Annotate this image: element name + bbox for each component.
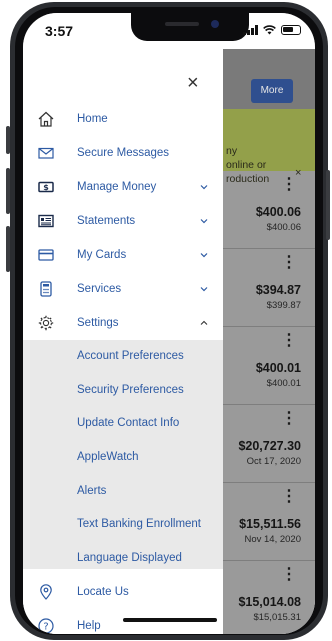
svg-text:$: $ — [43, 183, 49, 192]
chevron-down-icon — [200, 219, 208, 224]
submenu-item-label: Language Displayed — [77, 552, 182, 564]
settings-submenu: Account Preferences Security Preferences… — [23, 340, 223, 569]
submenu-item-label: Security Preferences — [77, 384, 184, 396]
home-icon — [37, 110, 55, 128]
wifi-icon — [263, 25, 276, 35]
submenu-item-account-preferences[interactable]: Account Preferences — [23, 340, 223, 372]
submenu-item-applewatch[interactable]: AppleWatch — [23, 441, 223, 473]
gear-icon — [37, 314, 55, 332]
banner-line: online or — [226, 159, 267, 171]
banner-line: ny — [226, 145, 238, 157]
menu-item-label: Help — [77, 620, 101, 632]
submenu-item-text-banking-enrollment[interactable]: Text Banking Enrollment — [23, 508, 223, 540]
submenu-item-security-preferences[interactable]: Security Preferences — [23, 374, 223, 406]
kebab-menu-icon[interactable]: ⋮ — [281, 411, 297, 427]
home-indicator[interactable] — [123, 618, 217, 622]
account-row[interactable]: ⋮ $400.01 $400.01 — [223, 327, 315, 405]
card-icon — [37, 246, 55, 264]
banner-close-icon[interactable]: × — [295, 167, 301, 179]
calculator-icon — [37, 280, 55, 298]
account-sub: $400.01 — [266, 378, 301, 389]
submenu-item-alerts[interactable]: Alerts — [23, 475, 223, 507]
account-balance: $15,511.56 — [239, 517, 301, 531]
speaker-grill — [165, 22, 199, 26]
kebab-menu-icon[interactable]: ⋮ — [281, 177, 297, 193]
menu-item-label: Settings — [77, 317, 119, 329]
menu-item-label: Statements — [77, 215, 136, 227]
chevron-down-icon — [200, 185, 208, 190]
kebab-menu-icon[interactable]: ⋮ — [281, 333, 297, 349]
submenu-item-label: AppleWatch — [77, 451, 139, 463]
phone-screen: 3:57 ny online or roduction × ⋮ $400.06 $4… — [23, 13, 315, 634]
submenu-item-label: Update Contact Info — [77, 417, 180, 429]
banner-text: ny online or roduction — [226, 144, 269, 186]
chevron-down-icon — [200, 287, 208, 292]
menu-item-settings[interactable]: Settings — [23, 307, 223, 339]
more-button[interactable]: More — [251, 79, 293, 103]
account-balance: $15,014.08 — [238, 595, 301, 609]
kebab-menu-icon[interactable]: ⋮ — [281, 255, 297, 271]
account-sub: $400.06 — [266, 222, 301, 233]
account-row[interactable]: ⋮ $20,727.30 Oct 17, 2020 — [223, 405, 315, 483]
kebab-menu-icon[interactable]: ⋮ — [281, 567, 297, 583]
menu-item-secure-messages[interactable]: Secure Messages — [23, 137, 223, 169]
menu-item-manage-money[interactable]: $ Manage Money — [23, 171, 223, 203]
front-camera — [211, 20, 219, 28]
menu-item-label: My Cards — [77, 249, 127, 261]
statement-icon — [37, 212, 55, 230]
account-balance: $394.87 — [255, 283, 301, 297]
kebab-menu-icon[interactable]: ⋮ — [281, 489, 297, 505]
envelope-icon — [37, 144, 55, 162]
svg-text:?: ? — [43, 622, 48, 633]
menu-item-services[interactable]: Services — [23, 273, 223, 305]
account-row[interactable]: ⋮ $15,014.08 $15,015.31 — [223, 561, 315, 634]
account-list: ⋮ $400.06 $400.06 ⋮ $394.87 $399.87 ⋮ $400.01… — [223, 171, 315, 634]
notch — [131, 13, 249, 41]
account-sub: Oct 17, 2020 — [246, 456, 301, 467]
status-time: 3:57 — [45, 23, 74, 39]
submenu-item-label: Text Banking Enrollment — [77, 518, 202, 530]
submenu-item-language-displayed[interactable]: Language Displayed — [23, 542, 223, 574]
submenu-item-label: Alerts — [77, 485, 107, 497]
menu-item-locate-us[interactable]: Locate Us — [23, 576, 223, 608]
money-icon: $ — [37, 178, 55, 196]
navigation-drawer: × Home Secure Messages $ Manage Money St… — [23, 49, 223, 634]
phone-volume-down — [6, 226, 10, 272]
account-row[interactable]: ⋮ $15,511.56 Nov 14, 2020 — [223, 483, 315, 561]
phone-power-button — [326, 170, 330, 240]
battery-icon — [281, 25, 301, 35]
status-bar: 3:57 — [23, 13, 315, 49]
menu-item-label: Services — [77, 283, 122, 295]
phone-volume-up — [6, 168, 10, 214]
account-sub: Nov 14, 2020 — [244, 534, 301, 545]
signal-icon — [243, 25, 258, 35]
status-icons — [243, 25, 301, 35]
menu-item-help[interactable]: ? Help — [23, 610, 223, 634]
account-balance: $20,727.30 — [238, 439, 301, 453]
banner-line: roduction — [226, 173, 270, 185]
menu-item-label: Home — [77, 113, 108, 125]
chevron-down-icon — [200, 253, 208, 258]
close-icon[interactable]: × — [187, 73, 199, 93]
account-sub: $399.87 — [266, 300, 301, 311]
menu-item-statements[interactable]: Statements — [23, 205, 223, 237]
menu-item-label: Locate Us — [77, 586, 129, 598]
chevron-up-icon — [200, 320, 208, 325]
account-row[interactable]: ⋮ $394.87 $399.87 — [223, 249, 315, 327]
menu-item-label: Manage Money — [77, 181, 157, 193]
menu-item-label: Secure Messages — [77, 147, 170, 159]
menu-item-my-cards[interactable]: My Cards — [23, 239, 223, 271]
account-balance: $400.01 — [255, 361, 301, 375]
location-pin-icon — [37, 583, 55, 601]
account-balance: $400.06 — [255, 205, 301, 219]
help-icon: ? — [37, 617, 55, 634]
phone-side-button — [6, 126, 10, 154]
submenu-item-label: Account Preferences — [77, 350, 184, 362]
submenu-item-update-contact-info[interactable]: Update Contact Info — [23, 407, 223, 439]
menu-item-home[interactable]: Home — [23, 103, 223, 135]
account-sub: $15,015.31 — [253, 612, 301, 623]
